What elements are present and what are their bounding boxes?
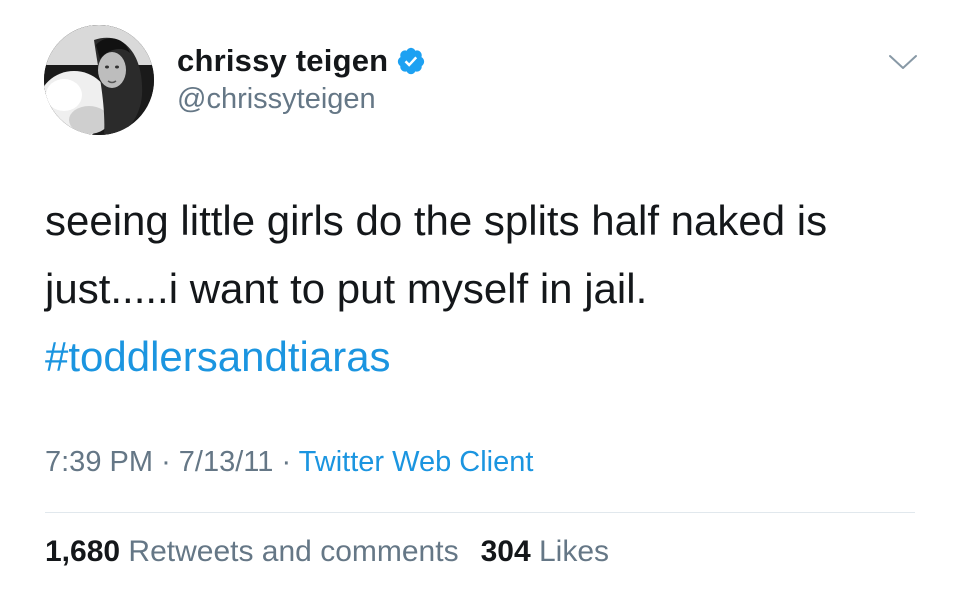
likes-label: Likes xyxy=(538,535,610,568)
tweet-text-line: seeing little girls do the splits half n… xyxy=(45,197,828,244)
retweets-stat[interactable]: 1,680 Retweets and comments xyxy=(45,535,459,568)
retweets-count: 1,680 xyxy=(45,535,121,568)
tweet-time[interactable]: 7:39 PM xyxy=(45,446,153,478)
tweet-card: chrissy teigen @chrissyteigen seeing lit… xyxy=(0,0,960,590)
hashtag-link[interactable]: #toddlersandtiaras xyxy=(45,323,925,391)
meta-separator: · xyxy=(161,446,179,478)
tweet-text: seeing little girls do the splits half n… xyxy=(45,187,925,391)
user-handle[interactable]: @chrissyteigen xyxy=(177,83,376,116)
likes-count: 304 xyxy=(480,535,531,568)
retweets-label: Retweets and comments xyxy=(128,535,459,568)
name-row: chrissy teigen xyxy=(177,41,426,81)
meta-separator: · xyxy=(281,446,299,478)
verified-badge-icon xyxy=(396,46,426,76)
avatar-photo xyxy=(44,25,154,135)
tweet-source-link[interactable]: Twitter Web Client xyxy=(299,446,534,478)
tweet-stats: 1,680 Retweets and comments 304 Likes xyxy=(45,535,609,569)
divider xyxy=(45,512,915,513)
tweet-meta: 7:39 PM · 7/13/11 · Twitter Web Client xyxy=(45,446,533,479)
chevron-down-icon[interactable] xyxy=(886,50,920,74)
tweet-date[interactable]: 7/13/11 xyxy=(179,446,274,478)
display-name[interactable]: chrissy teigen xyxy=(177,43,388,79)
likes-stat[interactable]: 304 Likes xyxy=(481,535,609,568)
tweet-text-line: just.....i want to put myself in jail. xyxy=(45,265,648,312)
avatar[interactable] xyxy=(44,25,154,135)
